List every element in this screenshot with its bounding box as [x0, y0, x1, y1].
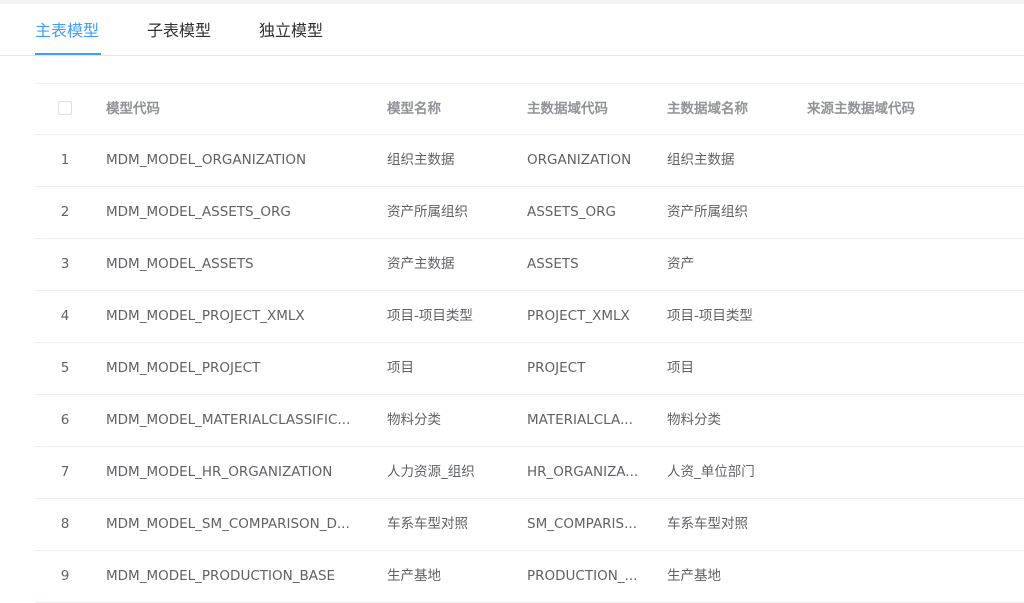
source-domain-code-cell: [807, 291, 1007, 342]
table-row[interactable]: 4 MDM_MODEL_PROJECT_XMLX 项目-项目类型 PROJECT…: [35, 291, 1024, 343]
tab-sub-model[interactable]: 子表模型: [147, 20, 211, 42]
model-code-cell: MDM_MODEL_HR_ORGANIZATION: [106, 464, 333, 480]
domain-code-cell: SM_COMPARIS...: [527, 516, 637, 532]
domain-name-cell: 资产: [667, 256, 694, 272]
model-code-cell: MDM_MODEL_PROJECT_XMLX: [106, 308, 305, 324]
model-name-cell: 生产基地: [387, 568, 441, 584]
source-domain-code-cell: [807, 343, 1007, 394]
source-domain-code-cell: [807, 187, 1007, 238]
table-row[interactable]: 2 MDM_MODEL_ASSETS_ORG 资产所属组织 ASSETS_ORG…: [35, 187, 1024, 239]
model-name-cell: 资产主数据: [387, 256, 455, 272]
model-name-cell: 车系车型对照: [387, 516, 468, 532]
row-index: 5: [60, 360, 70, 376]
domain-name-cell: 物料分类: [667, 412, 721, 428]
model-code-cell: MDM_MODEL_ASSETS: [106, 256, 254, 272]
model-code-cell: MDM_MODEL_ASSETS_ORG: [106, 204, 291, 220]
domain-name-cell: 资产所属组织: [667, 204, 748, 220]
table-row[interactable]: 6 MDM_MODEL_MATERIALCLASSIFIC... 物料分类 MA…: [35, 395, 1024, 447]
active-tab-indicator: [35, 53, 101, 55]
row-index: 8: [60, 516, 70, 532]
domain-name-cell: 项目-项目类型: [667, 308, 753, 324]
model-code-cell: MDM_MODEL_SM_COMPARISON_D...: [106, 516, 350, 532]
domain-code-cell: HR_ORGANIZA...: [527, 464, 639, 480]
domain-name-cell: 项目: [667, 360, 694, 376]
model-code-cell: MDM_MODEL_ORGANIZATION: [106, 152, 307, 168]
table-row[interactable]: 9 MDM_MODEL_PRODUCTION_BASE 生产基地 PRODUCT…: [35, 551, 1024, 603]
model-tabs: 主表模型 子表模型 独立模型: [0, 4, 1024, 56]
row-index: 1: [60, 152, 70, 168]
model-name-cell: 项目-项目类型: [387, 308, 473, 324]
select-all-cell: [35, 84, 95, 134]
source-domain-code-cell: [807, 499, 1007, 550]
model-code-cell: MDM_MODEL_PRODUCTION_BASE: [106, 568, 336, 584]
column-header-model-name[interactable]: 模型名称: [387, 84, 515, 134]
domain-code-cell: ASSETS: [527, 256, 579, 272]
model-code-cell: MDM_MODEL_MATERIALCLASSIFIC...: [106, 412, 351, 428]
table-row[interactable]: 3 MDM_MODEL_ASSETS 资产主数据 ASSETS 资产: [35, 239, 1024, 291]
domain-name-cell: 生产基地: [667, 568, 721, 584]
row-index: 6: [60, 412, 70, 428]
domain-name-cell: 车系车型对照: [667, 516, 748, 532]
column-header-model-code[interactable]: 模型代码: [106, 84, 376, 134]
domain-code-cell: PRODUCTION_...: [527, 568, 638, 584]
source-domain-code-cell: [807, 447, 1007, 498]
model-name-cell: 组织主数据: [387, 152, 455, 168]
tab-main-model[interactable]: 主表模型: [35, 20, 99, 42]
table-row[interactable]: 1 MDM_MODEL_ORGANIZATION 组织主数据 ORGANIZAT…: [35, 135, 1024, 187]
row-index: 9: [60, 568, 70, 584]
model-name-cell: 资产所属组织: [387, 204, 468, 220]
domain-name-cell: 组织主数据: [667, 152, 735, 168]
select-all-checkbox[interactable]: [58, 101, 72, 115]
tab-independent-model[interactable]: 独立模型: [259, 20, 323, 42]
row-index: 3: [60, 256, 70, 272]
domain-code-cell: ASSETS_ORG: [527, 204, 616, 220]
source-domain-code-cell: [807, 239, 1007, 290]
row-index: 2: [60, 204, 70, 220]
model-code-cell: MDM_MODEL_PROJECT: [106, 360, 261, 376]
column-header-domain-code[interactable]: 主数据域代码: [527, 84, 655, 134]
source-domain-code-cell: [807, 395, 1007, 446]
domain-code-cell: ORGANIZATION: [527, 152, 632, 168]
table-row[interactable]: 7 MDM_MODEL_HR_ORGANIZATION 人力资源_组织 HR_O…: [35, 447, 1024, 499]
domain-code-cell: MATERIALCLA...: [527, 412, 633, 428]
column-header-source-domain-code[interactable]: 来源主数据域代码: [807, 84, 1007, 134]
table-header-row: 模型代码 模型名称 主数据域代码 主数据域名称 来源主数据域代码: [35, 84, 1024, 135]
domain-name-cell: 人资_单位部门: [667, 464, 755, 480]
model-name-cell: 物料分类: [387, 412, 441, 428]
model-name-cell: 项目: [387, 360, 414, 376]
source-domain-code-cell: [807, 135, 1007, 186]
row-index: 7: [60, 464, 70, 480]
model-table: 模型代码 模型名称 主数据域代码 主数据域名称 来源主数据域代码 1 MDM_M…: [35, 83, 1024, 603]
table-row[interactable]: 8 MDM_MODEL_SM_COMPARISON_D... 车系车型对照 SM…: [35, 499, 1024, 551]
source-domain-code-cell: [807, 551, 1007, 602]
column-header-domain-name[interactable]: 主数据域名称: [667, 84, 795, 134]
table-row[interactable]: 5 MDM_MODEL_PROJECT 项目 PROJECT 项目: [35, 343, 1024, 395]
domain-code-cell: PROJECT_XMLX: [527, 308, 630, 324]
row-index: 4: [60, 308, 70, 324]
model-name-cell: 人力资源_组织: [387, 464, 475, 480]
domain-code-cell: PROJECT: [527, 360, 586, 376]
